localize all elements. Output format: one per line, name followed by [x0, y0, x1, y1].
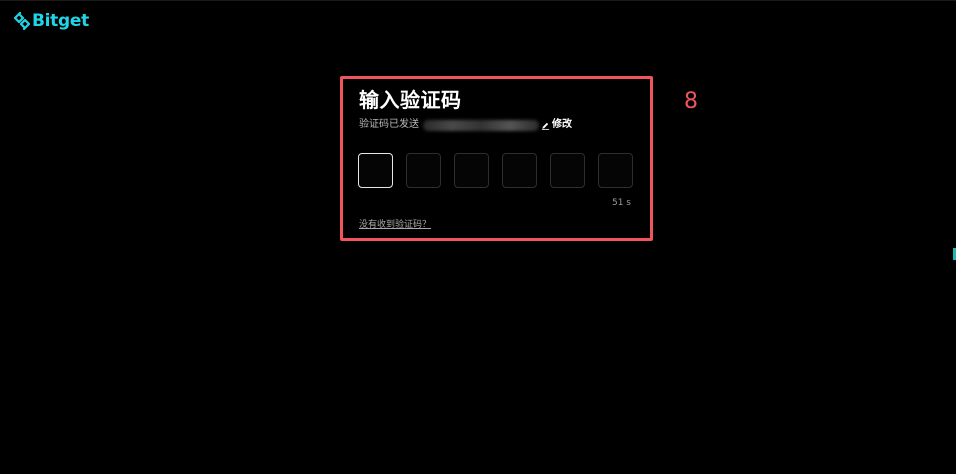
verification-page: Bitget 8 输入验证码 验证码已发送 修改 51 s 没有收到验证码？ [0, 0, 956, 474]
code-digit-4[interactable] [502, 153, 537, 188]
edit-contact-label: 修改 [552, 119, 572, 130]
code-digit-5[interactable] [550, 153, 585, 188]
code-digit-3[interactable] [454, 153, 489, 188]
code-digit-1[interactable] [358, 153, 393, 188]
resend-timer: 51 s [611, 198, 631, 208]
pencil-icon [541, 122, 550, 130]
brand-name: Bitget [32, 11, 89, 31]
bitget-logo-icon [14, 12, 30, 30]
code-sent-info: 验证码已发送 修改 [359, 117, 572, 133]
code-digit-6[interactable] [598, 153, 633, 188]
masked-contact [423, 119, 539, 131]
page-title: 输入验证码 [359, 88, 462, 112]
annotation-number: 8 [684, 89, 698, 114]
edit-contact-button[interactable]: 修改 [541, 117, 572, 133]
code-digit-2[interactable] [406, 153, 441, 188]
code-input-group [358, 153, 633, 188]
code-sent-label: 验证码已发送 [359, 119, 419, 130]
bitget-logo[interactable]: Bitget [14, 11, 89, 31]
no-code-received-link[interactable]: 没有收到验证码？ [359, 219, 431, 231]
